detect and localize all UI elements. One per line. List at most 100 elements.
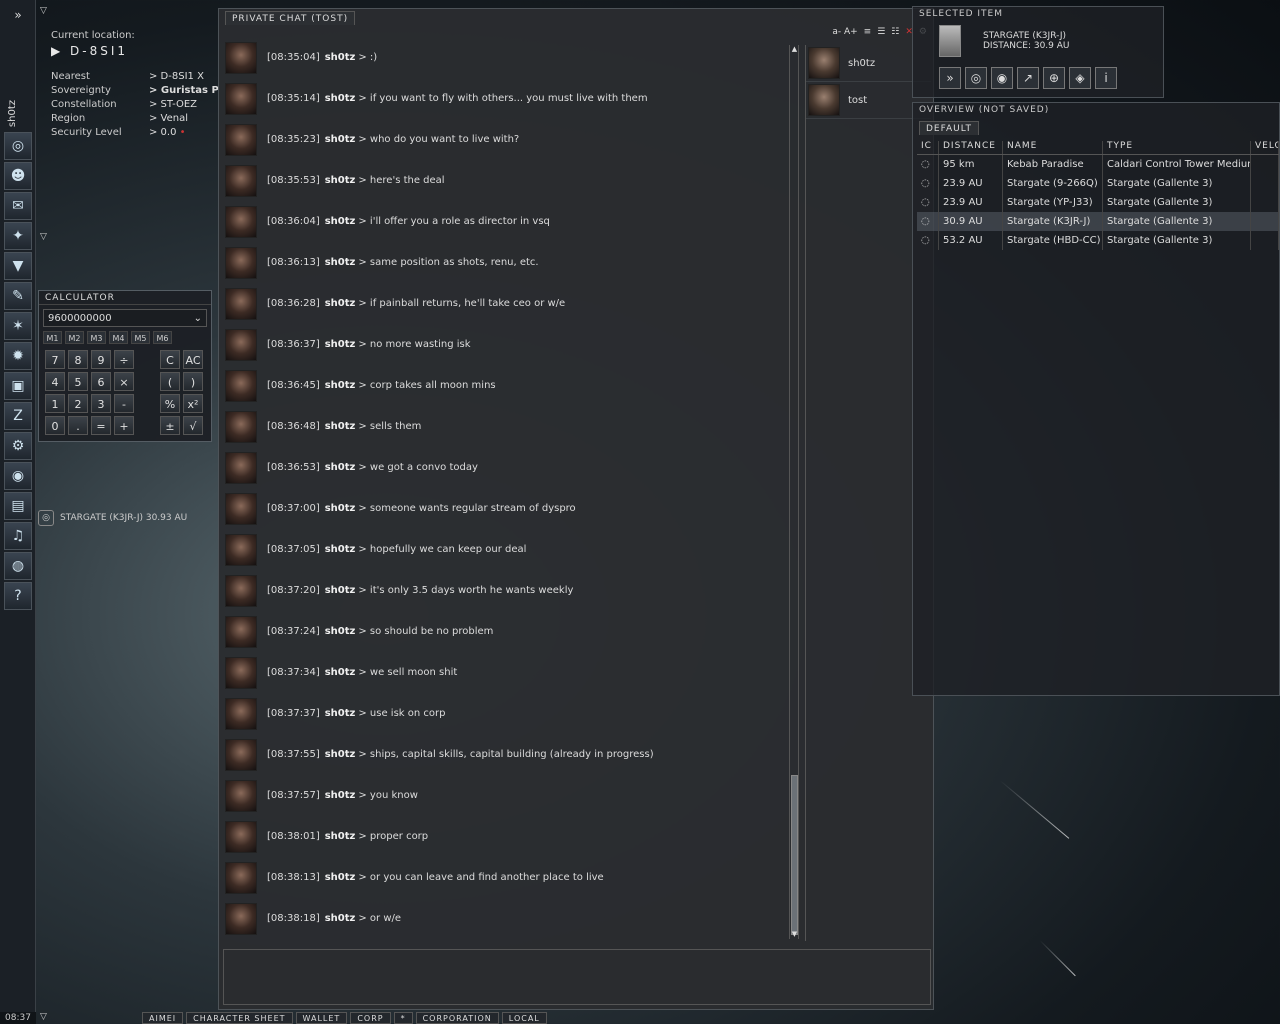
- lock-target-icon[interactable]: ⊕: [1043, 67, 1065, 89]
- sender-portrait[interactable]: [225, 902, 257, 935]
- info-icon[interactable]: i: [1095, 67, 1117, 89]
- warp-icon[interactable]: »: [939, 67, 961, 89]
- location-value[interactable]: > Venal: [149, 112, 188, 126]
- collapse-triangle-icon[interactable]: ▽: [40, 232, 47, 242]
- chat-sender[interactable]: sh0tz: [325, 93, 356, 104]
- taskbar-button[interactable]: CORP: [350, 1012, 391, 1024]
- calc-key[interactable]: 3: [91, 394, 111, 413]
- overview-column-header[interactable]: DISTANCE: [939, 141, 1003, 154]
- sender-portrait[interactable]: [225, 82, 257, 115]
- approach-icon[interactable]: ◎: [965, 67, 987, 89]
- calc-key[interactable]: ): [183, 372, 203, 391]
- sender-portrait[interactable]: [225, 738, 257, 771]
- sender-portrait[interactable]: [225, 697, 257, 730]
- taskbar-button[interactable]: WALLET: [295, 1012, 348, 1024]
- ship-icon[interactable]: ▼: [4, 252, 32, 280]
- chat-sender[interactable]: sh0tz: [325, 872, 356, 883]
- calc-key[interactable]: √: [183, 416, 203, 435]
- calc-key[interactable]: ÷: [114, 350, 134, 369]
- calc-key[interactable]: 5: [68, 372, 88, 391]
- people-icon[interactable]: ☻: [4, 162, 32, 190]
- sender-portrait[interactable]: [225, 656, 257, 689]
- calculator-title[interactable]: CALCULATOR: [39, 291, 211, 305]
- orbit-icon[interactable]: ◉: [991, 67, 1013, 89]
- chat-tab-title[interactable]: PRIVATE CHAT (TOST): [225, 11, 356, 25]
- calc-memory-button[interactable]: M2: [65, 331, 84, 344]
- sender-portrait[interactable]: [225, 820, 257, 853]
- calc-key[interactable]: C: [160, 350, 180, 369]
- chat-sender[interactable]: sh0tz: [325, 298, 356, 309]
- taskbar-button[interactable]: CHARACTER SHEET: [186, 1012, 293, 1024]
- chat-sender[interactable]: sh0tz: [325, 216, 356, 227]
- sender-portrait[interactable]: [225, 41, 257, 74]
- scroll-up-icon[interactable]: ▲: [790, 45, 799, 54]
- sender-portrait[interactable]: [225, 615, 257, 648]
- keep-range-icon[interactable]: ↗: [1017, 67, 1039, 89]
- audio-icon[interactable]: ♫: [4, 522, 32, 550]
- overview-row[interactable]: ◌ 30.9 AU Stargate (K3JR-J) Stargate (Galle…: [917, 212, 1279, 231]
- fitting-icon[interactable]: ⚙: [4, 432, 32, 460]
- chat-sender[interactable]: sh0tz: [325, 585, 356, 596]
- selected-item-title[interactable]: SELECTED ITEM: [919, 9, 1003, 19]
- calc-key[interactable]: (: [160, 372, 180, 391]
- calc-memory-button[interactable]: M4: [109, 331, 128, 344]
- calculator-display[interactable]: 9600000000 ⌄: [43, 309, 207, 327]
- chat-sender[interactable]: sh0tz: [325, 667, 356, 678]
- current-system[interactable]: ▶ D-8SI1: [51, 44, 128, 58]
- globe-icon[interactable]: ◉: [4, 462, 32, 490]
- sender-portrait[interactable]: [225, 328, 257, 361]
- chat-sender[interactable]: sh0tz: [325, 380, 356, 391]
- calc-key[interactable]: 0: [45, 416, 65, 435]
- overview-row[interactable]: ◌ 53.2 AU Stargate (HBD-CC) Stargate (Galle…: [917, 231, 1279, 250]
- mail-icon[interactable]: ✉: [4, 192, 32, 220]
- scanner-icon[interactable]: ✹: [4, 342, 32, 370]
- detail-view-icon[interactable]: ☰: [877, 27, 885, 37]
- overview-column-header[interactable]: TYPE: [1103, 141, 1251, 154]
- chat-scrollbar[interactable]: ▲ ▼: [789, 45, 799, 939]
- calc-memory-button[interactable]: M3: [87, 331, 106, 344]
- sender-portrait[interactable]: [225, 369, 257, 402]
- overview-row[interactable]: ◌ 23.9 AU Stargate (9-266Q) Stargate (Galle…: [917, 174, 1279, 193]
- calc-key[interactable]: 1: [45, 394, 65, 413]
- chat-sender[interactable]: sh0tz: [325, 462, 356, 473]
- calc-key[interactable]: 7: [45, 350, 65, 369]
- calc-key[interactable]: ±: [160, 416, 180, 435]
- calc-key[interactable]: AC: [183, 350, 203, 369]
- sender-portrait[interactable]: [225, 246, 257, 279]
- chat-sender[interactable]: sh0tz: [325, 831, 356, 842]
- chat-sender[interactable]: sh0tz: [325, 544, 356, 555]
- sender-portrait[interactable]: [225, 205, 257, 238]
- chat-sender[interactable]: sh0tz: [325, 708, 356, 719]
- chat-input[interactable]: [223, 949, 931, 1005]
- chat-sender[interactable]: sh0tz: [325, 134, 356, 145]
- journal-icon[interactable]: ▤: [4, 492, 32, 520]
- calc-memory-button[interactable]: M6: [153, 331, 172, 344]
- chat-sender[interactable]: sh0tz: [325, 749, 356, 760]
- calc-key[interactable]: 4: [45, 372, 65, 391]
- chat-sender[interactable]: sh0tz: [325, 503, 356, 514]
- calc-memory-button[interactable]: M5: [131, 331, 150, 344]
- calc-key[interactable]: 9: [91, 350, 111, 369]
- neocom-character-name[interactable]: sh0tz: [7, 100, 18, 127]
- calc-memory-button[interactable]: M1: [43, 331, 62, 344]
- sender-portrait[interactable]: [225, 574, 257, 607]
- location-value[interactable]: > Guristas P: [149, 84, 219, 98]
- calc-key[interactable]: +: [114, 416, 134, 435]
- location-value[interactable]: > ST-OEZ: [149, 98, 197, 112]
- neocom-expand-icon[interactable]: »: [9, 6, 27, 24]
- overview-row[interactable]: ◌ 95 km Kebab Paradise Caldari Control Towe…: [917, 155, 1279, 174]
- calc-key[interactable]: 8: [68, 350, 88, 369]
- calc-key[interactable]: .: [68, 416, 88, 435]
- sender-portrait[interactable]: [225, 410, 257, 443]
- sender-portrait[interactable]: [225, 451, 257, 484]
- look-at-icon[interactable]: ◈: [1069, 67, 1091, 89]
- calc-key[interactable]: %: [160, 394, 180, 413]
- chat-sender[interactable]: sh0tz: [325, 257, 356, 268]
- sender-portrait[interactable]: [225, 779, 257, 812]
- calc-key[interactable]: =: [91, 416, 111, 435]
- members-icon[interactable]: ☷: [891, 27, 899, 37]
- sender-portrait[interactable]: [225, 861, 257, 894]
- overview-tab-default[interactable]: DEFAULT: [919, 121, 979, 135]
- chat-sender[interactable]: sh0tz: [325, 339, 356, 350]
- overview-row[interactable]: ◌ 23.9 AU Stargate (YP-J33) Stargate (Galle…: [917, 193, 1279, 212]
